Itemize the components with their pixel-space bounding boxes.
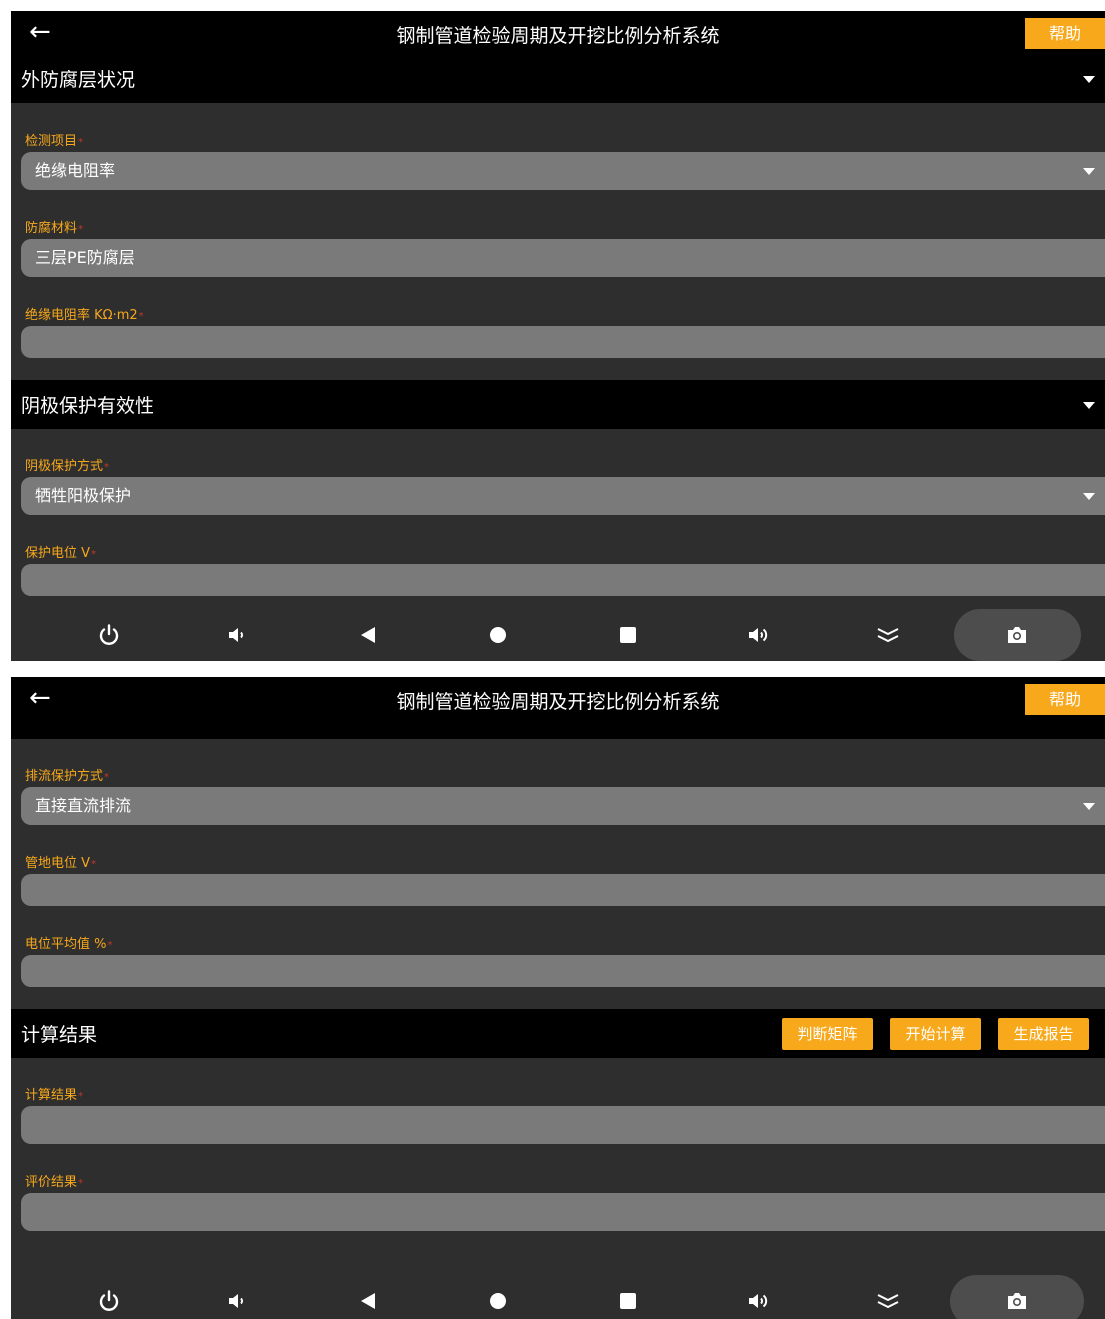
detect-item-value: 绝缘电阻率 (35, 161, 116, 180)
section-title: 阴极保护有效性 (21, 395, 155, 417)
section-cathodic-header[interactable]: 阴极保护有效性 (11, 380, 1105, 429)
required-mark: * (138, 311, 144, 322)
volume-up-icon[interactable] (728, 609, 788, 661)
chevron-down-icon (1083, 168, 1095, 175)
pipe-potential-input[interactable] (21, 874, 1105, 906)
avg-potential-input[interactable] (21, 955, 1105, 987)
back-triangle-icon[interactable] (338, 1275, 398, 1319)
collapse-chevrons-icon[interactable] (858, 1275, 918, 1319)
help-button[interactable]: 帮助 (1025, 18, 1105, 49)
chevron-down-icon (1083, 76, 1095, 83)
chevron-down-icon (1083, 402, 1095, 409)
material-value: 三层PE防腐层 (35, 248, 135, 267)
detect-item-select[interactable]: 绝缘电阻率 (21, 152, 1105, 190)
section-title: 计算结果 (21, 1024, 98, 1046)
required-mark: * (91, 549, 97, 560)
recents-square-icon[interactable] (598, 609, 658, 661)
volume-up-icon[interactable] (728, 1275, 788, 1319)
judge-matrix-button[interactable]: 判断矩阵 (782, 1018, 873, 1050)
required-mark: * (78, 1178, 84, 1189)
app-header: ← 钢制管道检验周期及开挖比例分析系统 帮助 (11, 677, 1105, 739)
app-title: 钢制管道检验周期及开挖比例分析系统 (396, 25, 720, 47)
required-mark: * (104, 772, 110, 783)
cathodic-method-label: 阴极保护方式* (25, 459, 110, 474)
material-input[interactable]: 三层PE防腐层 (21, 239, 1105, 277)
required-mark: * (91, 859, 97, 870)
eval-result-field[interactable] (21, 1193, 1105, 1231)
resistivity-label: 绝缘电阻率 KΩ·m2* (25, 308, 144, 323)
volume-down-icon[interactable] (208, 1275, 268, 1319)
screen-bottom: ← 钢制管道检验周期及开挖比例分析系统 帮助 排流保护方式* 直接直流排流 管地… (11, 677, 1105, 1319)
protect-potential-input[interactable] (21, 564, 1105, 596)
app-header: ← 钢制管道检验周期及开挖比例分析系统 帮助 (11, 11, 1105, 54)
detect-item-label: 检测项目* (25, 134, 84, 149)
pipe-potential-label: 管地电位 V* (25, 856, 97, 871)
collapse-chevrons-icon[interactable] (858, 609, 918, 661)
drainage-method-select[interactable]: 直接直流排流 (21, 787, 1105, 825)
calc-result-label: 计算结果* (25, 1088, 84, 1103)
cathodic-method-select[interactable]: 牺牲阳极保护 (21, 477, 1105, 515)
drainage-method-label: 排流保护方式* (25, 769, 110, 784)
avg-potential-label: 电位平均值 %* (25, 937, 113, 952)
required-mark: * (78, 1091, 84, 1102)
resistivity-input[interactable] (21, 326, 1105, 358)
home-circle-icon[interactable] (468, 1275, 528, 1319)
camera-icon[interactable] (987, 1275, 1047, 1319)
recents-square-icon[interactable] (598, 1275, 658, 1319)
help-button[interactable]: 帮助 (1025, 684, 1105, 715)
cathodic-method-value: 牺牲阳极保护 (35, 486, 132, 505)
home-circle-icon[interactable] (468, 609, 528, 661)
start-calc-button[interactable]: 开始计算 (890, 1018, 981, 1050)
required-mark: * (78, 224, 84, 235)
volume-down-icon[interactable] (208, 609, 268, 661)
camera-icon[interactable] (987, 609, 1047, 661)
power-icon[interactable] (79, 1275, 139, 1319)
drainage-method-value: 直接直流排流 (35, 796, 132, 815)
generate-report-button[interactable]: 生成报告 (998, 1018, 1089, 1050)
back-triangle-icon[interactable] (338, 609, 398, 661)
app-title: 钢制管道检验周期及开挖比例分析系统 (396, 691, 720, 713)
required-mark: * (107, 940, 113, 951)
material-label: 防腐材料* (25, 221, 84, 236)
system-nav-bar (11, 1275, 1105, 1319)
section-results-header: 计算结果 判断矩阵 开始计算 生成报告 (11, 1009, 1105, 1058)
section-coating-header[interactable]: 外防腐层状况 (11, 54, 1105, 103)
protect-potential-label: 保护电位 V* (25, 546, 97, 561)
power-icon[interactable] (79, 609, 139, 661)
screen-top: ← 钢制管道检验周期及开挖比例分析系统 帮助 外防腐层状况 检测项目* 绝缘电阻… (11, 11, 1105, 661)
section-title: 外防腐层状况 (21, 69, 136, 91)
calc-result-field[interactable] (21, 1106, 1105, 1144)
system-nav-bar (11, 609, 1105, 661)
required-mark: * (78, 137, 84, 148)
required-mark: * (104, 462, 110, 473)
chevron-down-icon (1083, 493, 1095, 500)
chevron-down-icon (1083, 803, 1095, 810)
eval-result-label: 评价结果* (25, 1175, 84, 1190)
